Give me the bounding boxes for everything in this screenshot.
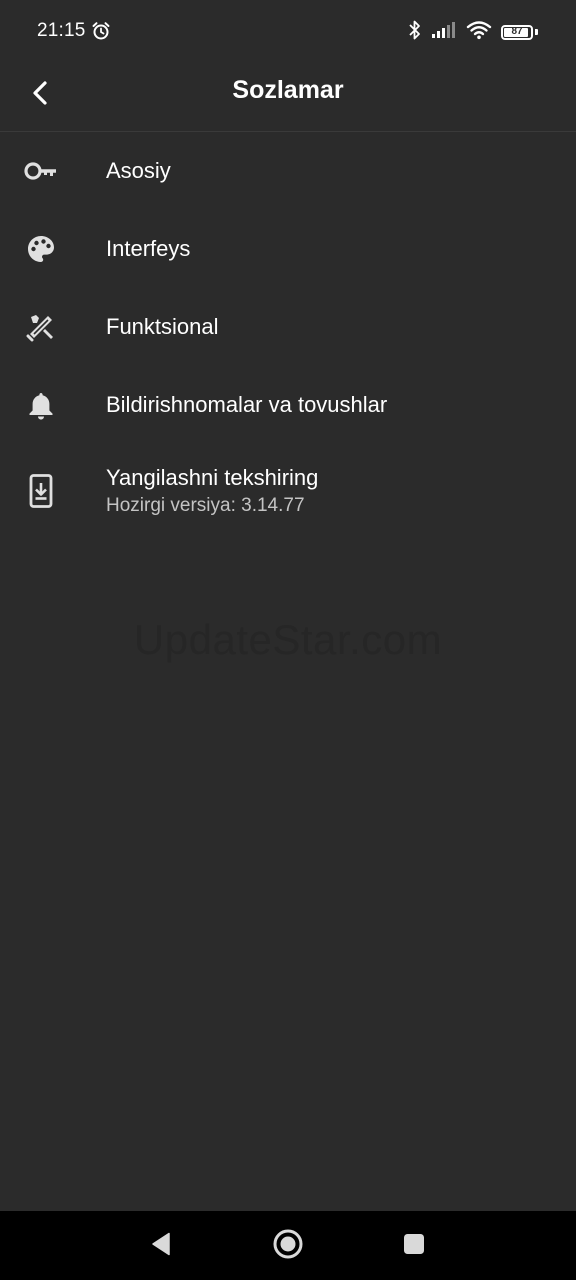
alarm-icon (91, 21, 111, 41)
wifi-icon (466, 20, 492, 45)
settings-item-bildirishnomalar[interactable]: Bildirishnomalar va tovushlar (0, 366, 576, 444)
bluetooth-icon (408, 19, 422, 46)
settings-item-interfeys[interactable]: Interfeys (0, 210, 576, 288)
palette-icon (22, 230, 60, 268)
settings-item-label: Asosiy (106, 158, 171, 183)
settings-item-label: Interfeys (106, 236, 191, 261)
battery-icon: 87 (501, 24, 533, 40)
system-update-icon (22, 472, 60, 510)
nav-home-button[interactable] (268, 1226, 308, 1266)
battery-level: 87 (511, 26, 523, 37)
nav-back-button[interactable] (141, 1226, 181, 1266)
settings-item-label: Yangilashni tekshiring (106, 465, 319, 490)
settings-item-funktsional[interactable]: Funktsional (0, 288, 576, 366)
key-icon (22, 152, 60, 190)
settings-item-subtitle: Hozirgi versiya: 3.14.77 (106, 495, 305, 516)
status-time: 21:15 (37, 20, 86, 41)
settings-screen: 21:15 87 Sozlamar Asosiy Interfeys Funkt… (0, 0, 576, 1280)
watermark: UpdateStar.com (133, 616, 443, 663)
nav-recents-button[interactable] (394, 1226, 434, 1266)
settings-item-label: Bildirishnomalar va tovushlar (106, 392, 388, 417)
bell-icon (22, 386, 60, 424)
recents-square-icon (403, 1233, 425, 1260)
app-bar: Sozlamar (0, 62, 576, 132)
back-triangle-icon (149, 1231, 173, 1262)
home-circle-icon (272, 1228, 304, 1265)
settings-item-yangilash[interactable]: Yangilashni tekshiring Hozirgi versiya: … (0, 444, 576, 538)
status-bar: 21:15 87 (0, 0, 576, 62)
settings-list: Asosiy Interfeys Funktsional Bildirishno… (0, 132, 576, 538)
status-icons: 87 (408, 20, 538, 44)
settings-item-label: Funktsional (106, 314, 219, 339)
page-title: Sozlamar (232, 76, 344, 104)
navigation-bar (0, 1211, 576, 1280)
settings-item-asosiy[interactable]: Asosiy (0, 132, 576, 210)
tools-icon (22, 308, 60, 346)
battery-tip (535, 29, 538, 35)
signal-icon (431, 21, 457, 44)
